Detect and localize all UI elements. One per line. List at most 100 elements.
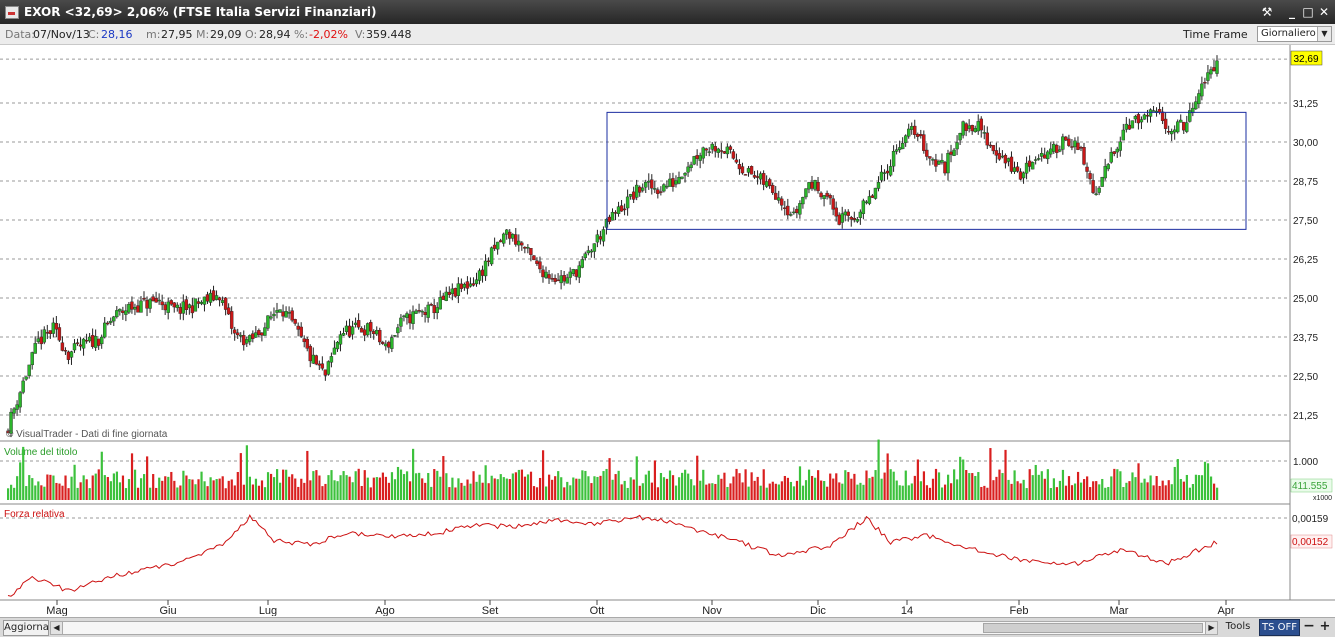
volume-bar <box>1167 480 1170 500</box>
scroll-thumb[interactable] <box>983 623 1203 633</box>
candle <box>668 178 672 187</box>
volume-bar <box>294 478 297 500</box>
volume-bar <box>490 475 493 500</box>
candle <box>770 185 775 193</box>
volume-bar <box>152 474 155 500</box>
time-tick-label: Lug <box>259 605 277 616</box>
ts-off-button[interactable]: TS OFF <box>1259 619 1300 636</box>
close-button[interactable]: ✕ <box>1317 5 1331 19</box>
scroll-left-icon[interactable]: ◀ <box>51 622 63 634</box>
candle <box>786 205 790 216</box>
candle <box>979 118 983 131</box>
volume-bar <box>795 480 799 500</box>
candle <box>973 128 977 133</box>
candle <box>843 211 847 216</box>
volume-bar <box>913 475 916 500</box>
candle <box>514 234 518 245</box>
volume-bar <box>783 475 786 500</box>
volume-bar <box>251 484 255 500</box>
candle <box>583 253 587 259</box>
volume-bar <box>729 483 732 500</box>
volume-bar <box>726 486 729 500</box>
volume-bar <box>693 485 696 500</box>
zoom-in-button[interactable]: + <box>1318 619 1332 634</box>
candle <box>659 191 663 193</box>
refresh-button[interactable]: Aggiorna <box>3 620 49 636</box>
candle <box>795 208 799 214</box>
volume-bar <box>511 473 514 500</box>
volume-bar <box>505 478 508 500</box>
volume-bar <box>856 484 859 500</box>
candle <box>275 310 279 313</box>
candle <box>160 301 164 306</box>
volume-bar <box>1137 463 1140 500</box>
volume-bar <box>236 471 239 500</box>
candle <box>928 156 932 159</box>
price-tick-label: 27,50 <box>1293 216 1318 227</box>
volume-bar <box>22 446 25 500</box>
volume-bar <box>835 473 838 500</box>
volume-bar <box>892 471 895 500</box>
candle <box>919 134 923 137</box>
time-tick-label: Nov <box>702 605 722 616</box>
volume-bar <box>10 484 13 500</box>
candle <box>142 298 146 300</box>
volume-bar <box>1043 478 1046 500</box>
volume-bar <box>300 478 303 500</box>
volume-bar <box>1007 479 1010 500</box>
volume-bar <box>620 484 623 500</box>
candle <box>722 151 727 154</box>
candle <box>601 229 606 242</box>
candle <box>154 298 158 303</box>
minimize-button[interactable]: _ <box>1285 5 1299 19</box>
volume-bar <box>188 479 191 500</box>
volume-bar <box>557 471 560 500</box>
volume-bar <box>1143 478 1146 500</box>
volume-bar <box>807 469 811 500</box>
chevron-down-icon[interactable]: ▼ <box>1317 27 1331 41</box>
candle <box>831 198 835 210</box>
volume-bar <box>13 487 16 500</box>
volume-bar <box>569 485 572 500</box>
volume-bar <box>641 483 644 500</box>
volume-bar <box>711 483 714 500</box>
candle <box>997 153 1002 160</box>
maximize-button[interactable]: □ <box>1301 5 1315 19</box>
candle <box>701 147 705 159</box>
volume-bar <box>705 484 708 500</box>
candle <box>689 164 693 168</box>
volume-bar <box>200 471 203 500</box>
volume-unit: x1000 <box>1313 495 1332 502</box>
candle <box>1030 162 1035 170</box>
volume-bar <box>551 479 554 500</box>
candle <box>372 331 376 335</box>
candle <box>822 195 826 200</box>
candle <box>952 149 956 156</box>
chart-area[interactable]: 31,25 30,00 28,75 27,50 26,25 25,00 23,75 22,50… <box>0 45 1335 616</box>
candle <box>190 305 195 314</box>
volume-bar <box>285 469 288 500</box>
candle <box>907 128 911 137</box>
candle <box>671 178 675 187</box>
candle <box>169 300 173 305</box>
time-scrollbar[interactable]: ◀ ▶ <box>50 621 1218 635</box>
timeframe-select[interactable]: Giornaliero ▼ <box>1257 26 1332 42</box>
candle <box>399 317 403 327</box>
volume-bar <box>1206 463 1210 500</box>
candle <box>492 244 497 249</box>
scroll-right-icon[interactable]: ▶ <box>1205 622 1217 634</box>
candle <box>90 335 95 347</box>
candle <box>698 155 702 161</box>
tools-button[interactable]: Tools <box>1224 620 1252 634</box>
time-tick-label: Mar <box>1110 605 1129 616</box>
volume-bar <box>173 480 176 500</box>
volume-bar <box>424 482 427 500</box>
tools-wrench-icon[interactable]: ⚒ <box>1260 5 1274 19</box>
volume-bar <box>363 470 366 500</box>
candle <box>450 288 455 295</box>
zoom-out-button[interactable]: − <box>1302 619 1316 634</box>
candle <box>60 342 65 351</box>
candle <box>943 161 947 174</box>
candle <box>755 176 760 178</box>
candle <box>541 269 545 278</box>
